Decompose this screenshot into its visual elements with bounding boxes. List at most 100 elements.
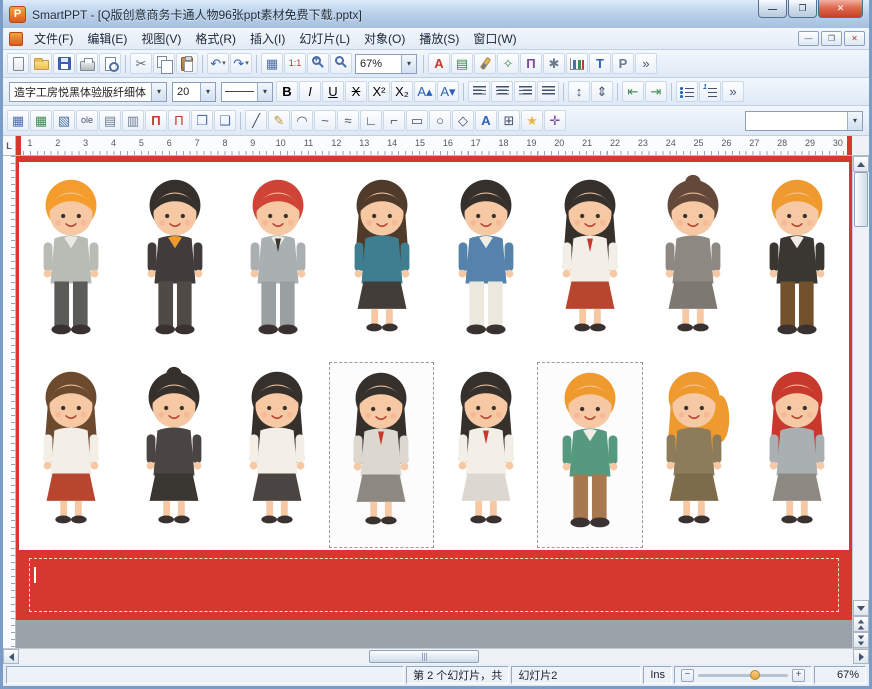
menu-item-8[interactable]: 播放(S) — [412, 28, 466, 49]
print-preview-icon[interactable] — [99, 53, 121, 74]
save-icon[interactable] — [53, 53, 75, 74]
maximize-button[interactable] — [788, 0, 817, 18]
zoom-in-icon[interactable] — [307, 53, 329, 74]
chevron-down-icon[interactable]: ▾ — [222, 60, 226, 67]
chevron-down-icon[interactable] — [151, 82, 166, 101]
menu-item-3[interactable]: 视图(V) — [134, 28, 188, 49]
slide[interactable] — [16, 156, 852, 620]
menu-item-4[interactable]: 格式(R) — [188, 28, 243, 49]
chart-icon[interactable] — [566, 53, 588, 74]
cartoon-character-5[interactable] — [434, 170, 538, 358]
font-size-combo[interactable]: 20 — [172, 81, 216, 102]
menu-item-2[interactable]: 编辑(E) — [80, 28, 134, 49]
cut-icon[interactable]: ✂ — [130, 53, 152, 74]
worksheet-icon[interactable]: ▤ — [99, 110, 121, 131]
clear-format-icon[interactable]: ✧ — [497, 53, 519, 74]
increase-font-icon[interactable]: A▴ — [414, 81, 436, 102]
cartoon-character-6[interactable] — [538, 170, 642, 358]
previous-slide-button[interactable] — [853, 616, 869, 632]
format-brush-icon[interactable] — [474, 53, 496, 74]
formula-pi-icon[interactable]: Π — [145, 110, 167, 131]
cartoon-character-16[interactable] — [746, 362, 849, 548]
zoom-slider[interactable] — [698, 669, 788, 680]
horizontal-scroll-thumb[interactable] — [369, 650, 480, 663]
document-icon[interactable] — [9, 31, 23, 46]
chevron-down-icon[interactable] — [200, 82, 215, 101]
more-buttons-icon[interactable]: » — [635, 53, 657, 74]
actual-size-icon[interactable]: 1:1 — [284, 53, 306, 74]
menu-item-7[interactable]: 对象(O) — [357, 28, 412, 49]
frame-icon[interactable]: ❐ — [191, 110, 213, 131]
decrease-indent-icon[interactable]: ⇤ — [622, 81, 644, 102]
zoom-in-button[interactable]: + — [792, 668, 805, 682]
doc-close-button[interactable]: ✕ — [844, 31, 865, 46]
tools-icon[interactable]: ✱ — [543, 53, 565, 74]
cartoon-character-2[interactable] — [123, 170, 227, 358]
slide-design-icon[interactable]: ▤ — [451, 53, 473, 74]
tab-selector[interactable] — [3, 136, 16, 155]
numbering-icon[interactable] — [699, 81, 721, 102]
star-tool-icon[interactable]: ★ — [521, 110, 543, 131]
connector-icon[interactable]: ∟ — [360, 110, 382, 131]
cartoon-character-15[interactable] — [643, 362, 746, 548]
zoom-slider-thumb[interactable] — [750, 669, 761, 680]
align-right-icon[interactable] — [514, 81, 536, 102]
frame-2-icon[interactable]: ❑ — [214, 110, 236, 131]
chevron-down-icon[interactable] — [847, 111, 862, 130]
align-justify-icon[interactable] — [537, 81, 559, 102]
menu-item-5[interactable]: 插入(I) — [243, 28, 292, 49]
underline-icon[interactable]: U — [322, 81, 344, 102]
slide-footer-banner[interactable] — [19, 550, 849, 620]
scroll-left-button[interactable] — [3, 649, 19, 664]
font-color-icon[interactable]: A — [428, 53, 450, 74]
zoom-icon[interactable] — [330, 53, 352, 74]
freeform-tool-icon[interactable]: ≈ — [337, 110, 359, 131]
align-center-icon[interactable] — [491, 81, 513, 102]
table-shading-icon[interactable]: ▧ — [53, 110, 75, 131]
horizontal-scrollbar[interactable] — [3, 648, 869, 664]
decrease-font-icon[interactable]: A▾ — [437, 81, 459, 102]
horizontal-scroll-track[interactable] — [19, 649, 853, 664]
table-borders-icon[interactable]: ▦ — [30, 110, 52, 131]
cartoon-character-14[interactable] — [537, 362, 643, 548]
slide-canvas[interactable] — [16, 156, 852, 648]
superscript-icon[interactable]: X² — [368, 81, 390, 102]
formula-icon[interactable]: Π — [520, 53, 542, 74]
cartoon-character-11[interactable] — [226, 362, 329, 548]
strikethrough-icon[interactable]: X — [345, 81, 367, 102]
ellipse-tool-icon[interactable]: ○ — [429, 110, 451, 131]
italic-icon[interactable]: I — [299, 81, 321, 102]
minimize-button[interactable] — [758, 0, 787, 18]
scroll-down-button[interactable] — [853, 600, 869, 616]
chevron-down-icon[interactable]: ▾ — [245, 60, 249, 67]
undo-icon[interactable]: ↶ ▾ — [207, 53, 229, 74]
cartoon-character-3[interactable] — [227, 170, 331, 358]
insert-table-icon[interactable]: ▦ — [261, 53, 283, 74]
doc-restore-button[interactable]: ❐ — [821, 31, 842, 46]
subscript-icon[interactable]: X₂ — [391, 81, 413, 102]
line-style-combo[interactable] — [221, 81, 273, 102]
cartoon-character-9[interactable] — [19, 362, 122, 548]
cartoon-character-4[interactable] — [330, 170, 434, 358]
shape-style-combo[interactable] — [745, 110, 863, 131]
matrix-icon[interactable]: ▥ — [122, 110, 144, 131]
print-icon[interactable] — [76, 53, 98, 74]
font-family-combo[interactable]: 造字工房悦黑体验版纤细体 — [9, 81, 167, 102]
more-format-icon[interactable]: » — [722, 81, 744, 102]
increase-indent-icon[interactable]: ⇥ — [645, 81, 667, 102]
arc-tool-icon[interactable]: ◠ — [291, 110, 313, 131]
scroll-right-button[interactable] — [853, 649, 869, 664]
crop-icon[interactable]: ⊞ — [498, 110, 520, 131]
cartoon-character-10[interactable] — [122, 362, 225, 548]
select-tool-icon[interactable]: ✛ — [544, 110, 566, 131]
text-placeholder[interactable] — [29, 558, 839, 612]
next-slide-button[interactable] — [853, 632, 869, 648]
cartoon-character-13[interactable] — [434, 362, 537, 548]
insert-mode-status[interactable]: Ins — [643, 666, 672, 684]
close-button[interactable] — [818, 0, 863, 18]
chevron-down-icon[interactable] — [401, 54, 416, 73]
zoom-out-button[interactable]: − — [681, 668, 694, 682]
align-left-icon[interactable] — [468, 81, 490, 102]
polygon-tool-icon[interactable]: ◇ — [452, 110, 474, 131]
rectangle-tool-icon[interactable]: ▭ — [406, 110, 428, 131]
